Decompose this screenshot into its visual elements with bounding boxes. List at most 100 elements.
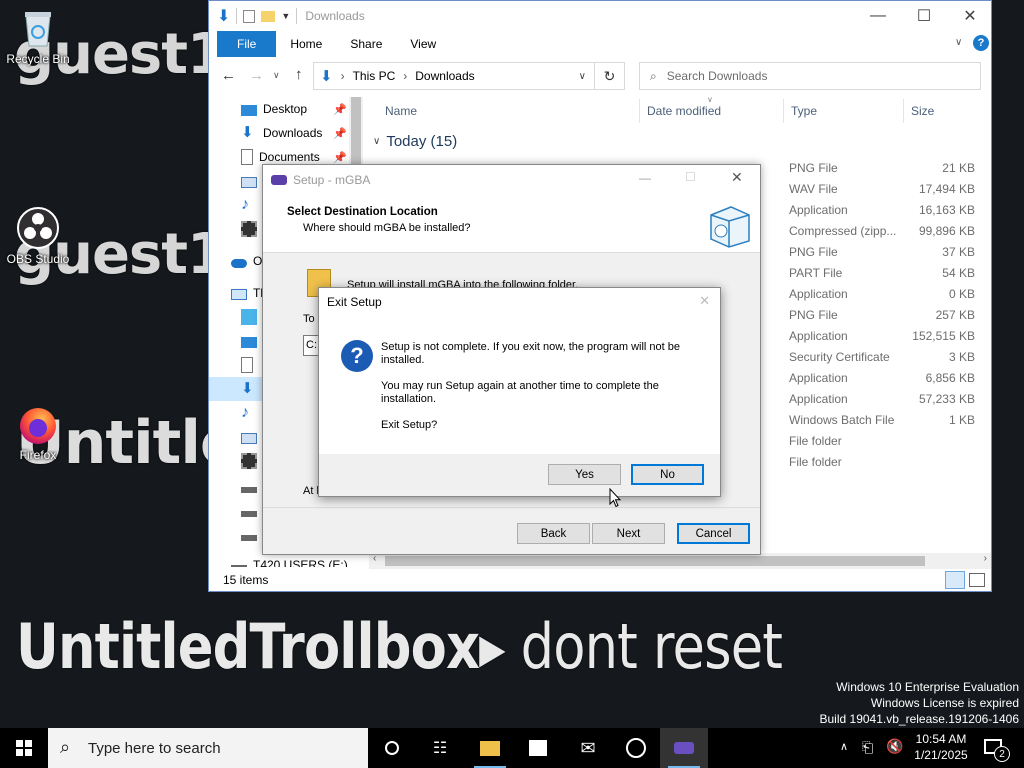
yes-button[interactable]: Yes — [548, 464, 621, 485]
file-row[interactable]: PART File 54 KB — [789, 262, 979, 283]
expand-ribbon-icon[interactable]: ∨ — [955, 37, 962, 48]
column-header-name[interactable]: Name — [385, 99, 417, 123]
file-row[interactable]: File folder — [789, 430, 979, 451]
file-row[interactable]: Application 0 KB — [789, 283, 979, 304]
close-button[interactable]: ✕ — [731, 169, 743, 186]
cancel-button[interactable]: Cancel — [677, 523, 750, 544]
close-button[interactable]: ✕ — [699, 293, 710, 309]
file-row[interactable]: Application 152,515 KB — [789, 325, 979, 346]
nav-item-pictures[interactable] — [241, 169, 257, 193]
back-button[interactable]: Back — [517, 523, 590, 544]
taskbar-mail[interactable]: ✉ — [564, 728, 612, 768]
taskbar-file-explorer[interactable] — [466, 728, 514, 768]
nav-item-drive-d[interactable] — [241, 499, 257, 523]
address-bar[interactable]: ⬇ › This PC › Downloads ∨ — [313, 62, 595, 90]
desktop-icon-obs[interactable]: OBS Studio — [0, 206, 76, 266]
nav-item-3d-objects[interactable] — [241, 305, 257, 329]
nav-item-documents-2[interactable] — [241, 353, 253, 377]
minimize-button[interactable]: — — [639, 171, 651, 185]
tab-share[interactable]: Share — [336, 31, 396, 57]
horizontal-scrollbar[interactable]: ‹ › — [369, 553, 991, 569]
column-divider[interactable] — [903, 99, 904, 123]
scrollbar-thumb[interactable] — [385, 556, 925, 566]
file-row[interactable]: PNG File 257 KB — [789, 304, 979, 325]
task-view-button[interactable]: ☷ — [416, 728, 464, 768]
maximize-button[interactable]: ☐ — [685, 170, 696, 184]
tab-view[interactable]: View — [396, 31, 450, 57]
recent-locations-icon[interactable]: ∨ — [273, 70, 280, 81]
search-input[interactable]: ⌕ Search Downloads — [639, 62, 981, 90]
back-arrow-icon[interactable]: ← — [221, 67, 236, 84]
column-divider[interactable] — [639, 99, 640, 123]
file-row[interactable]: PNG File 37 KB — [789, 241, 979, 262]
nav-item-onedrive[interactable]: O — [231, 249, 262, 273]
refresh-button[interactable]: ↻ — [595, 62, 625, 90]
nav-item-desktop[interactable]: Desktop — [241, 97, 307, 121]
properties-icon[interactable] — [243, 9, 256, 23]
file-size: 6,856 KB — [925, 370, 975, 385]
file-row[interactable]: WAV File 17,494 KB — [789, 178, 979, 199]
next-button[interactable]: Next — [592, 523, 665, 544]
chevron-down-icon[interactable]: ∨ — [579, 71, 586, 82]
large-icons-view-icon[interactable] — [969, 573, 985, 587]
nav-item-music[interactable]: ♪ — [241, 193, 257, 217]
tab-file[interactable]: File — [217, 31, 277, 57]
new-folder-icon[interactable] — [261, 10, 276, 22]
nav-item-videos[interactable] — [241, 217, 257, 241]
column-header-size[interactable]: Size — [911, 99, 934, 123]
minimize-button[interactable]: — — [855, 1, 901, 31]
cortana-button[interactable] — [368, 728, 416, 768]
close-button[interactable]: ✕ — [947, 1, 993, 31]
group-label: Today (15) — [386, 133, 458, 150]
scroll-right-icon[interactable]: › — [984, 553, 987, 564]
nav-item-downloads[interactable]: ⬇ Downloads — [241, 121, 322, 145]
tray-chevron-icon[interactable]: ∧ — [840, 740, 848, 753]
desktop-icon-label: OBS Studio — [6, 252, 70, 266]
group-header-today[interactable]: ∨ Today (15) — [373, 133, 457, 150]
pin-icon: 📌 — [333, 152, 347, 164]
file-row[interactable]: Security Certificate 3 KB — [789, 346, 979, 367]
maximize-button[interactable]: ☐ — [901, 1, 947, 31]
refresh-icon: ↻ — [603, 67, 616, 84]
nav-item-drive-e[interactable]: T420 USERS (E:) — [231, 553, 348, 567]
breadcrumb-downloads[interactable]: Downloads — [415, 69, 474, 83]
action-center-button[interactable]: 2 — [980, 728, 1024, 768]
file-row[interactable]: File folder — [789, 451, 979, 472]
breadcrumb-this-pc[interactable]: This PC — [353, 69, 396, 83]
volume-muted-icon[interactable]: 🔇 — [886, 738, 903, 755]
no-button[interactable]: No — [631, 464, 704, 485]
up-arrow-icon[interactable]: ↑ — [295, 66, 303, 83]
file-row[interactable]: Application 6,856 KB — [789, 367, 979, 388]
details-view-icon[interactable] — [945, 571, 965, 589]
taskbar-search-input[interactable]: ⌕ Type here to search — [48, 728, 368, 768]
network-icon[interactable]: ⎗ — [862, 739, 873, 756]
desktop-icon-recycle-bin[interactable]: Recycle Bin — [0, 6, 76, 66]
file-row[interactable]: PNG File 21 KB — [789, 157, 979, 178]
column-header-type[interactable]: Type — [791, 99, 817, 123]
nav-item-drive-c[interactable] — [241, 475, 257, 499]
file-row[interactable]: Compressed (zipp... 99,896 KB — [789, 220, 979, 241]
file-row[interactable]: Application 57,233 KB — [789, 388, 979, 409]
file-row[interactable]: Application 16,163 KB — [789, 199, 979, 220]
taskbar-store[interactable] — [514, 728, 562, 768]
help-icon[interactable]: ? — [973, 35, 989, 51]
nav-item-music-2[interactable]: ♪ — [241, 401, 257, 425]
file-row[interactable]: Windows Batch File 1 KB — [789, 409, 979, 430]
nav-item-pictures-2[interactable] — [241, 425, 257, 449]
exit-titlebar[interactable]: Exit Setup ✕ — [319, 288, 720, 316]
nav-item-drive[interactable] — [241, 523, 257, 547]
nav-item-desktop-2[interactable] — [241, 329, 257, 353]
desktop-icon-firefox[interactable]: Firefox — [0, 402, 76, 462]
tab-home[interactable]: Home — [276, 31, 336, 57]
column-divider[interactable] — [783, 99, 784, 123]
setup-subheading: Where should mGBA be installed? — [303, 222, 471, 234]
start-button[interactable] — [0, 728, 48, 768]
nav-item-label: Documents — [259, 150, 320, 164]
nav-item-videos-2[interactable] — [241, 449, 257, 473]
chevron-down-icon[interactable]: ▼ — [281, 11, 290, 21]
taskbar-clock[interactable]: 10:54 AM 1/21/2025 — [906, 731, 976, 763]
setup-titlebar[interactable]: Setup - mGBA — ☐ ✕ — [263, 165, 760, 195]
taskbar-mgba-setup[interactable] — [660, 728, 708, 768]
forward-arrow-icon[interactable]: → — [249, 67, 264, 84]
taskbar-obs[interactable] — [612, 728, 660, 768]
